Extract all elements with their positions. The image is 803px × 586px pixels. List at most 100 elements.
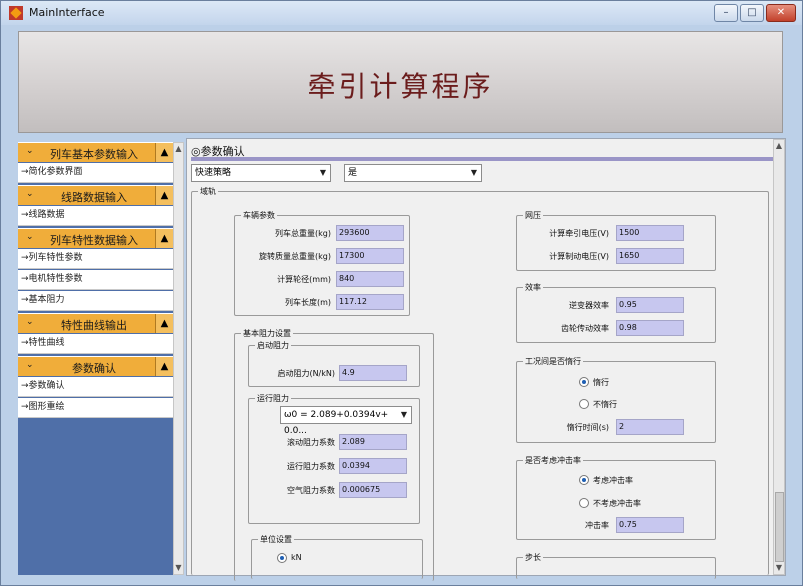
- sidebar-scrollbar[interactable]: ▲ ▼: [173, 142, 184, 575]
- maximize-button[interactable]: □: [740, 4, 764, 22]
- coasting-yes-radio[interactable]: [579, 377, 589, 387]
- unit-legend: 单位设置: [258, 534, 294, 545]
- matlab-icon: [9, 6, 23, 20]
- collapse-arrow-icon[interactable]: ▲: [155, 143, 173, 162]
- rotating-mass-field[interactable]: 17300: [336, 248, 404, 264]
- train-length-field[interactable]: 117.12: [336, 294, 404, 310]
- nav-train-params[interactable]: →列车特性参数: [18, 249, 173, 269]
- rolling-coef-label: 滚动阻力系数: [287, 438, 335, 447]
- nav-characteristic-curve[interactable]: →特性曲线: [18, 334, 173, 354]
- inverter-efficiency-field[interactable]: 0.95: [616, 297, 684, 313]
- total-weight-label: 列车总重量(kg): [275, 229, 331, 238]
- scroll-down-icon[interactable]: ▼: [174, 562, 183, 574]
- impact-yes-radio[interactable]: [579, 475, 589, 485]
- chevron-down-icon: ⌄: [26, 146, 34, 156]
- rotating-mass-label: 旋转质量总重量(kg): [259, 252, 331, 261]
- wheel-diameter-field[interactable]: 840: [336, 271, 404, 287]
- coasting-no-label: 不惰行: [593, 400, 617, 409]
- collapse-arrow-icon[interactable]: ▲: [155, 229, 173, 248]
- scroll-up-icon[interactable]: ▲: [774, 140, 784, 152]
- main-scrollbar[interactable]: ▲ ▼: [773, 139, 785, 575]
- nav-line-data[interactable]: →线路数据: [18, 206, 173, 226]
- inverter-efficiency-label: 逆变器效率: [569, 301, 609, 310]
- window-title: MainInterface: [29, 6, 105, 19]
- air-coef-label: 空气阻力系数: [287, 486, 335, 495]
- collapse-arrow-icon[interactable]: ▲: [155, 357, 173, 376]
- gear-efficiency-field[interactable]: 0.98: [616, 320, 684, 336]
- yes-select[interactable]: 是 ▼: [344, 164, 482, 182]
- section-label: 参数确认: [72, 362, 116, 375]
- strategy-select-value: 快速策略: [195, 168, 232, 178]
- running-coef-field[interactable]: 0.0394: [339, 458, 407, 474]
- nav-param-confirm[interactable]: →参数确认: [18, 377, 173, 397]
- section-label: 列车基本参数输入: [50, 148, 138, 161]
- track-group-legend: 域轨: [198, 186, 218, 197]
- coasting-legend: 工况间是否惰行: [523, 356, 583, 367]
- banner-title: 牵引计算程序: [307, 70, 494, 103]
- impact-no-label: 不考虑冲击率: [593, 499, 641, 508]
- chevron-down-icon: ⌄: [26, 317, 34, 327]
- chevron-down-icon: ⌄: [26, 232, 34, 242]
- wheel-diameter-label: 计算轮径(mm): [277, 275, 331, 284]
- impact-yes-label: 考虑冲击率: [593, 476, 633, 485]
- chevron-down-icon: ▼: [319, 168, 327, 177]
- resistance-formula-select[interactable]: ω0 = 2.089+0.0394v+ 0.0... ▼: [280, 406, 412, 436]
- section-basic-params[interactable]: ⌄ 列车基本参数输入 ▲: [18, 142, 173, 162]
- coasting-time-field[interactable]: 2: [616, 419, 684, 435]
- vehicle-params-legend: 车辆参数: [241, 210, 277, 221]
- section-line-data[interactable]: ⌄ 线路数据输入 ▲: [18, 185, 173, 205]
- main-panel: ◎参数确认 快速策略 ▼ 是 ▼ 域轨 车辆参数 列车总重量(kg) 29360…: [186, 138, 786, 581]
- voltage-legend: 网压: [523, 210, 543, 221]
- traction-voltage-field[interactable]: 1500: [616, 225, 684, 241]
- section-label: 线路数据输入: [61, 191, 127, 204]
- section-label: 特性曲线输出: [61, 319, 127, 332]
- nav-redraw[interactable]: →图形重绘: [18, 398, 173, 418]
- chevron-down-icon: ⌄: [26, 360, 34, 370]
- close-button[interactable]: ✕: [766, 4, 796, 22]
- coasting-yes-label: 惰行: [593, 378, 609, 387]
- scroll-up-icon[interactable]: ▲: [174, 143, 183, 155]
- strategy-select[interactable]: 快速策略 ▼: [191, 164, 331, 182]
- basic-resistance-legend: 基本阻力设置: [241, 328, 293, 339]
- scroll-down-icon[interactable]: ▼: [774, 562, 784, 574]
- start-resistance-field[interactable]: 4.9: [339, 365, 407, 381]
- start-resistance-legend: 启动阻力: [255, 340, 291, 351]
- air-coef-field[interactable]: 0.000675: [339, 482, 407, 498]
- coasting-no-radio[interactable]: [579, 399, 589, 409]
- running-coef-label: 运行阻力系数: [287, 462, 335, 471]
- gear-efficiency-label: 齿轮传动效率: [561, 324, 609, 333]
- traction-voltage-label: 计算牵引电压(V): [549, 229, 609, 238]
- sidebar: ⌄ 列车基本参数输入 ▲ →简化参数界面 ⌄ 线路数据输入 ▲ →线路数据 ⌄ …: [18, 142, 173, 575]
- rolling-coef-field[interactable]: 2.089: [339, 434, 407, 450]
- collapse-arrow-icon[interactable]: ▲: [155, 186, 173, 205]
- running-resistance-legend: 运行阻力: [255, 393, 291, 404]
- yes-select-value: 是: [348, 168, 358, 178]
- section-train-characteristics[interactable]: ⌄ 列车特性数据输入 ▲: [18, 228, 173, 248]
- coasting-time-label: 惰行时间(s): [566, 423, 609, 432]
- main-window: MainInterface – □ ✕ 牵引计算程序 ⌄ 列车基本参数输入 ▲ …: [0, 0, 803, 586]
- impact-no-radio[interactable]: [579, 498, 589, 508]
- nav-simplified-params[interactable]: →简化参数界面: [18, 163, 173, 183]
- step-group: 步长: [516, 552, 716, 579]
- brake-voltage-field[interactable]: 1650: [616, 248, 684, 264]
- impact-legend: 是否考虑冲击率: [523, 455, 583, 466]
- minimize-button[interactable]: –: [714, 4, 738, 22]
- banner: 牵引计算程序: [18, 31, 783, 133]
- collapse-arrow-icon[interactable]: ▲: [155, 314, 173, 333]
- section-label: 列车特性数据输入: [50, 234, 138, 247]
- impact-rate-field[interactable]: 0.75: [616, 517, 684, 533]
- unit-kn-radio[interactable]: [277, 553, 287, 563]
- nav-basic-resistance[interactable]: →基本阻力: [18, 291, 173, 311]
- impact-rate-label: 冲击率: [585, 521, 609, 530]
- total-weight-field[interactable]: 293600: [336, 225, 404, 241]
- train-length-label: 列车长度(m): [284, 298, 331, 307]
- title-divider: [191, 157, 774, 161]
- title-bar: MainInterface – □ ✕: [1, 1, 802, 25]
- section-param-confirm[interactable]: ⌄ 参数确认 ▲: [18, 356, 173, 376]
- chevron-down-icon: ⌄: [26, 189, 34, 199]
- start-resistance-label: 启动阻力(N/kN): [277, 369, 335, 378]
- section-curve-output[interactable]: ⌄ 特性曲线输出 ▲: [18, 313, 173, 333]
- brake-voltage-label: 计算制动电压(V): [549, 252, 609, 261]
- nav-motor-params[interactable]: →电机特性参数: [18, 270, 173, 290]
- scroll-thumb[interactable]: [775, 492, 784, 562]
